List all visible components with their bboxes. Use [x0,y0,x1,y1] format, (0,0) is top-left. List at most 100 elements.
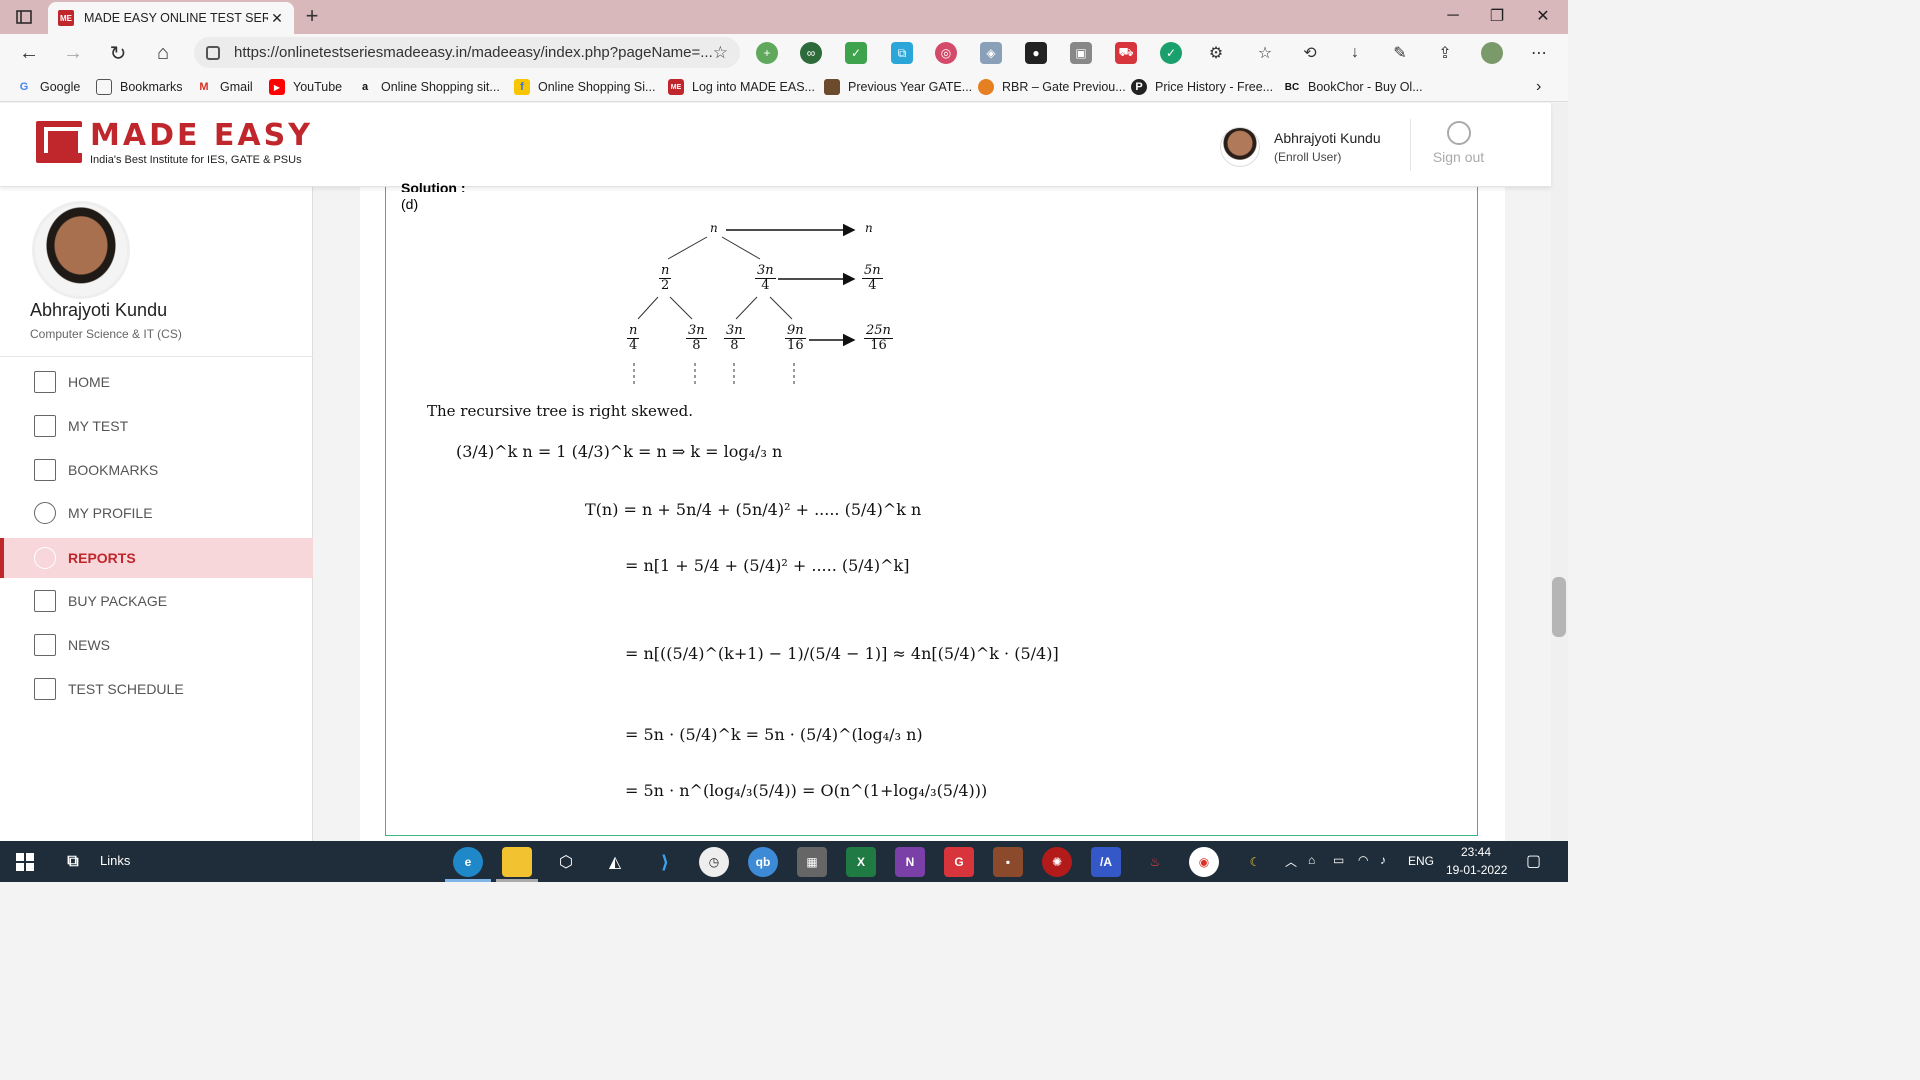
bookmark-bookchor[interactable]: BC BookChor - Buy Ol... [1284,77,1423,97]
minimize-button[interactable]: ─ [1430,0,1476,32]
codeforces-icon[interactable]: G [944,847,974,877]
battery-icon[interactable]: ▭ [1333,853,1344,867]
tray-app-icon[interactable]: ⌂ [1308,853,1315,867]
bookmark-flipkart[interactable]: f Online Shopping Si... [514,77,655,97]
address-bar[interactable]: https://onlinetestseriesmadeeasy.in/made… [194,37,740,68]
favorite-star-icon[interactable]: ☆ [713,43,728,63]
app-icon[interactable]: ◭ [600,847,630,877]
virtualbox-icon[interactable]: ⬡ [551,847,581,877]
task-view-icon[interactable]: ⧉ [58,847,88,877]
excel-icon[interactable]: X [846,847,876,877]
tab-actions-icon[interactable] [10,5,38,29]
bookmark-youtube[interactable]: ▶ YouTube [269,77,342,97]
tree-node-3n8-b: 3n 8 [724,323,745,353]
browser-tab[interactable]: ME MADE EASY ONLINE TEST SERIES ✕ [48,2,294,34]
web-capture-icon[interactable]: ✎ [1389,42,1411,64]
close-tab-icon[interactable]: ✕ [268,10,286,27]
bookmark-price-history[interactable]: P Price History - Free... [1131,77,1273,97]
extensions-icon[interactable]: ⚙ [1205,42,1227,64]
notifications-icon[interactable]: ▢ [1526,851,1541,871]
tray-overflow-icon[interactable]: ︿ [1285,853,1297,870]
site-header: MADE EASY India's Best Institute for IES… [0,103,1551,187]
close-window-button[interactable]: ✕ [1520,0,1566,32]
page-scrollbar[interactable] [1551,103,1568,841]
sidebar-item-label: MY PROFILE [68,505,153,521]
vscode-icon[interactable]: ⟩ [650,847,680,877]
downloads-icon[interactable]: ↓ [1344,42,1366,64]
share-icon[interactable]: ⇪ [1434,42,1456,64]
extension-puzzle-grey-icon[interactable]: ▣ [1070,42,1092,64]
extension-shield-icon[interactable]: ✓ [845,42,867,64]
equation-5: = 5n · (5/4)^k = 5n · (5/4)^(log₄/₃ n) [625,725,923,744]
windows-start-icon[interactable] [10,847,40,877]
bookmark-label: Previous Year GATE... [848,80,973,94]
bookmarks-bar: G Google Bookmarks M Gmail ▶ YouTube a Onlin… [0,72,1568,102]
favorites-icon[interactable]: ☆ [1254,42,1276,64]
onenote-icon[interactable]: N [895,847,925,877]
home-browser-icon[interactable]: ⌂ [148,38,178,68]
sidebar-item-home[interactable]: HOME [0,362,313,402]
history-icon[interactable]: ⟲ [1299,42,1321,64]
forward-icon[interactable]: → [58,38,88,68]
extension-plus-icon[interactable]: + [756,42,778,64]
app-blue-icon[interactable]: /A [1091,847,1121,877]
sidebar-item-buy-package[interactable]: BUY PACKAGE [0,581,313,621]
back-icon[interactable]: ← [14,38,44,68]
sidebar-item-my-test[interactable]: MY TEST [0,406,313,446]
more-menu-icon[interactable]: ⋯ [1528,42,1550,64]
extension-dark-icon[interactable]: ● [1025,42,1047,64]
logo-tagline: India's Best Institute for IES, GATE & P… [90,154,302,166]
cart-icon [34,590,56,612]
madeeasy-logo[interactable]: MADE EASY India's Best Institute for IES… [36,121,313,166]
extension-vpn-icon[interactable]: ✓ [1160,42,1182,64]
chrome-icon[interactable]: ◉ [1189,847,1219,877]
restore-button[interactable]: ❐ [1474,0,1520,32]
profile-avatar-icon[interactable] [1481,42,1503,64]
bookmark-rbr[interactable]: RBR – Gate Previou... [978,77,1126,97]
sidebar-item-bookmarks[interactable]: BOOKMARKS [0,450,313,490]
sidebar-item-test-schedule[interactable]: TEST SCHEDULE [0,669,313,709]
clock-time[interactable]: 23:44 [1461,845,1491,859]
extension-copy-icon[interactable]: ⧉ [891,42,913,64]
extension-brain-icon[interactable]: ◎ [935,42,957,64]
file-explorer-icon[interactable] [502,847,532,877]
bookmarks-overflow-icon[interactable]: › [1536,77,1541,97]
weather-icon[interactable]: ☾ [1240,847,1270,877]
qbittorrent-icon[interactable]: qb [748,847,778,877]
bookmark-label: Online Shopping sit... [381,80,500,94]
taskbar-links-label[interactable]: Links [100,853,130,868]
wifi-icon[interactable]: ◠ [1358,853,1368,867]
sidebar-item-news[interactable]: NEWS [0,625,313,665]
scrollbar-thumb[interactable] [1552,577,1566,637]
extension-guard-icon[interactable]: ◈ [980,42,1002,64]
signout-button[interactable]: Sign out [1410,119,1506,171]
test-icon [34,415,56,437]
extension-cart-icon[interactable]: ⛟ [1115,42,1137,64]
bookmark-google[interactable]: G Google [16,77,81,97]
app-red-icon[interactable]: ✺ [1042,847,1072,877]
refresh-icon[interactable]: ↻ [103,38,133,68]
clock-date[interactable]: 19-01-2022 [1446,863,1507,877]
clock-app-icon[interactable]: ◷ [699,847,729,877]
app-brown-icon[interactable]: ▪ [993,847,1023,877]
language-indicator[interactable]: ENG [1408,854,1434,868]
bookmark-bookmarks[interactable]: Bookmarks [96,77,183,97]
calculator-icon[interactable]: ▦ [797,847,827,877]
google-icon: G [19,81,29,93]
edge-icon[interactable]: e [453,847,483,877]
extension-glasses-icon[interactable]: ∞ [800,42,822,64]
volume-icon[interactable]: ♪ [1380,853,1386,867]
logo-text: MADE EASY [90,118,313,153]
bookmark-label: BookChor - Buy Ol... [1308,80,1423,94]
tree-node-9n16: 9n 16 [785,323,806,353]
bookmark-amazon[interactable]: a Online Shopping sit... [357,77,500,97]
sidebar-item-label: HOME [68,374,110,390]
sidebar-item-my-profile[interactable]: MY PROFILE [0,493,313,533]
new-tab-button[interactable]: + [298,2,326,30]
bookmark-gmail[interactable]: M Gmail [196,77,252,97]
sidebar-item-reports[interactable]: REPORTS [0,538,313,578]
bookmark-gate[interactable]: Previous Year GATE... [824,77,972,97]
bookmark-label: Google [40,80,81,94]
bookmark-madeeasy[interactable]: ME Log into MADE EAS... [668,77,815,97]
app-figure-icon[interactable]: ♨ [1140,847,1170,877]
